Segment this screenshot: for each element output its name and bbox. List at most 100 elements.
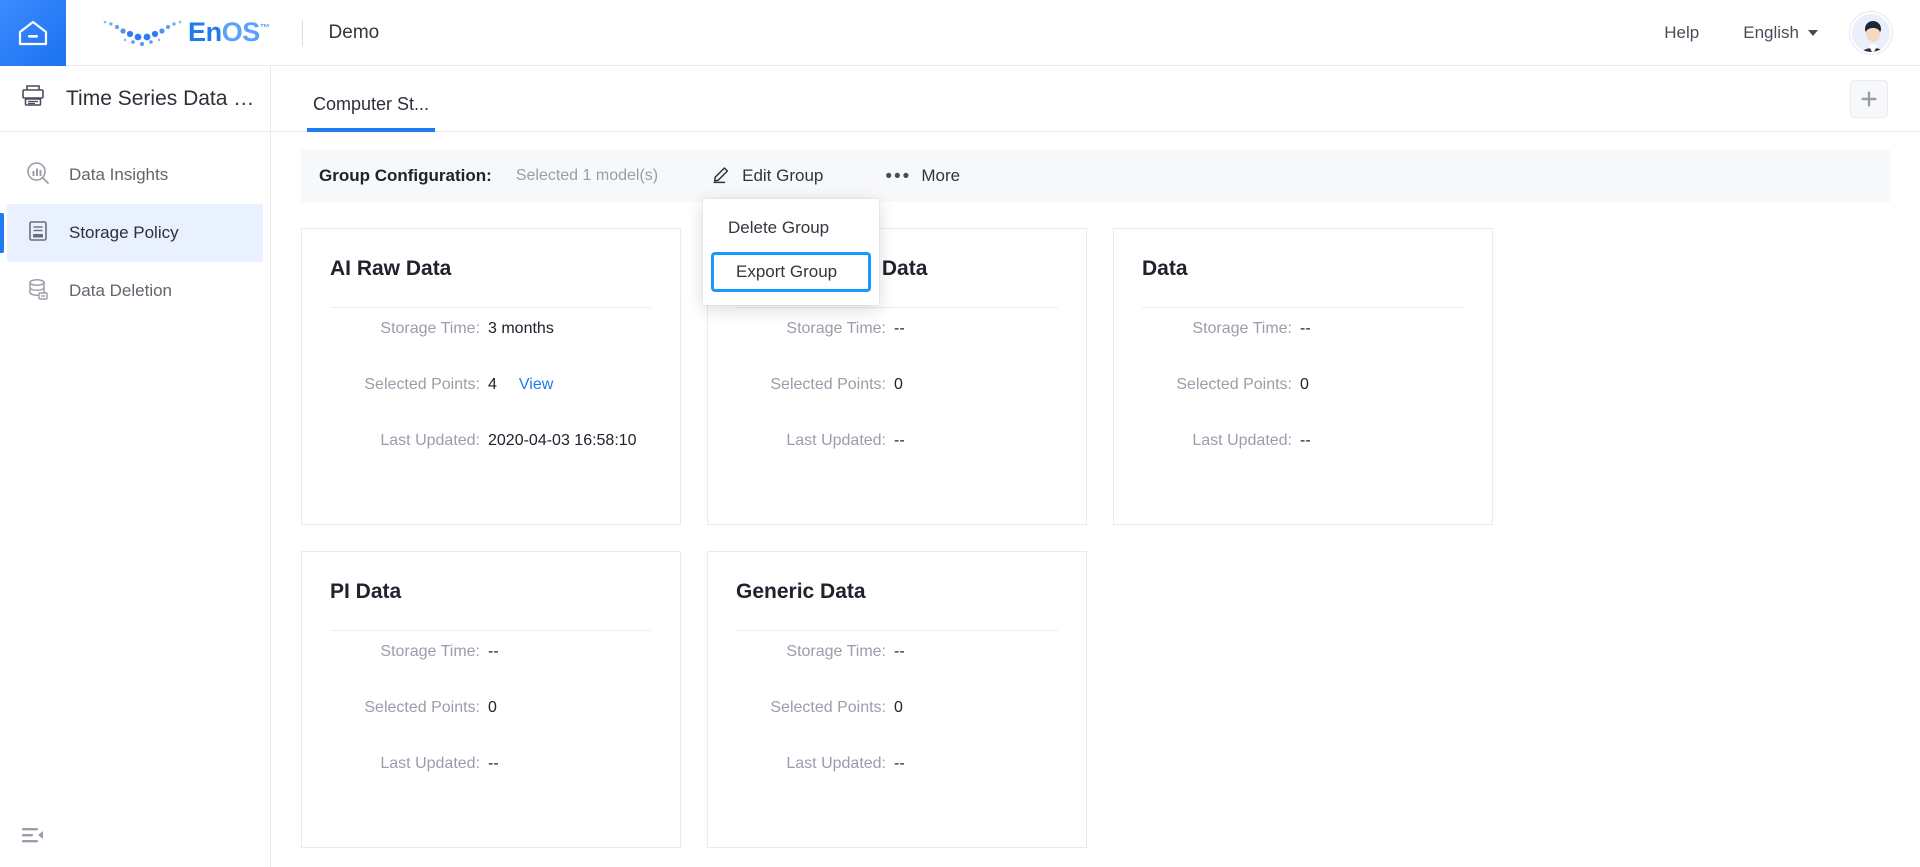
sidebar-item-data-insights[interactable]: Data Insights (7, 146, 263, 204)
selected-points-value: 0 (894, 376, 903, 393)
more-button[interactable]: ••• More (885, 166, 960, 186)
selected-points-label: Selected Points: (364, 699, 480, 716)
last-updated-label: Last Updated: (1192, 432, 1292, 449)
tab-label: Computer St... (313, 94, 430, 114)
selected-points-label: Selected Points: (770, 376, 886, 393)
storage-time-value: -- (1300, 320, 1311, 337)
card-divider (330, 307, 652, 308)
chevron-down-icon (1808, 29, 1818, 36)
card-title: PI Data (330, 580, 402, 603)
group-configuration-label: Group Configuration: (319, 166, 492, 185)
data-insights-icon (25, 160, 51, 191)
selected-points-value: 0 (488, 699, 497, 716)
storage-card[interactable]: PI Data Storage Time: -- Selected Points… (301, 551, 681, 848)
tab-computer-st[interactable]: Computer St... (307, 94, 436, 132)
storage-time-value: -- (488, 643, 499, 660)
last-updated-label: Last Updated: (786, 432, 886, 449)
card-divider (1142, 307, 1464, 308)
card-row-last-updated: Last Updated: -- (1142, 432, 1464, 488)
card-row-selected-points: Selected Points: 0 (330, 699, 652, 755)
home-button[interactable] (0, 0, 66, 66)
language-label: English (1743, 22, 1799, 42)
card-row-selected-points: Selected Points: 0 (736, 376, 1058, 432)
card-row-last-updated: Last Updated: -- (736, 432, 1058, 488)
card-row-storage-time: Storage Time: -- (1142, 320, 1464, 376)
last-updated-value: -- (488, 755, 499, 772)
storage-time-label: Storage Time: (786, 320, 886, 337)
card-row-selected-points: Selected Points: 0 (1142, 376, 1464, 432)
card-divider (736, 630, 1058, 631)
add-tab-button[interactable] (1850, 80, 1888, 118)
sidebar: Time Series Data … Data Insights Storage… (0, 66, 271, 867)
storage-cards-grid: AI Raw Data Storage Time: 3 months Selec… (271, 202, 1920, 848)
card-row-storage-time: Storage Time: -- (736, 643, 1058, 699)
avatar[interactable] (1850, 11, 1892, 54)
card-row-last-updated: Last Updated: -- (330, 755, 652, 811)
storage-time-label: Storage Time: (380, 643, 480, 660)
storage-time-value: 3 months (488, 320, 554, 337)
help-link[interactable]: Help (1642, 23, 1721, 43)
storage-time-value: -- (894, 643, 905, 660)
brand-tm: ™ (259, 23, 270, 34)
selected-points-value: 4 (488, 376, 497, 393)
storage-time-label: Storage Time: (1192, 320, 1292, 337)
card-row-storage-time: Storage Time: 3 months (330, 320, 652, 376)
selected-points-value: 0 (894, 699, 903, 716)
home-icon (18, 19, 48, 47)
sidebar-item-data-deletion[interactable]: Data Deletion (7, 262, 263, 320)
storage-time-label: Storage Time: (380, 320, 480, 337)
sidebar-item-label: Data Insights (69, 165, 169, 184)
card-row-storage-time: Storage Time: -- (736, 320, 1058, 376)
last-updated-label: Last Updated: (380, 755, 480, 772)
storage-time-label: Storage Time: (786, 643, 886, 660)
storage-policy-icon (25, 218, 51, 249)
brand-en: En (188, 17, 222, 47)
storage-card[interactable]: Data Storage Time: -- Selected Points: 0… (1113, 228, 1493, 525)
selected-points-value: 0 (1300, 376, 1309, 393)
last-updated-value: 2020-04-03 16:58:10 (488, 432, 637, 449)
selected-points-label: Selected Points: (1176, 376, 1292, 393)
last-updated-value: -- (894, 432, 905, 449)
sidebar-header: Time Series Data … (0, 66, 270, 132)
last-updated-label: Last Updated: (380, 432, 480, 449)
brand-os: OS (221, 17, 261, 47)
sidebar-item-label: Data Deletion (69, 281, 173, 300)
tab-bar: Computer St... (271, 66, 1920, 132)
menu-item-export-group[interactable]: Export Group (711, 252, 871, 292)
last-updated-label: Last Updated: (786, 755, 886, 772)
sidebar-item-storage-policy[interactable]: Storage Policy (0, 204, 263, 262)
storage-card[interactable]: AI Raw Data Storage Time: 3 months Selec… (301, 228, 681, 525)
brand: EnOS™ Demo (100, 0, 379, 66)
brand-wordmark: EnOS™ (188, 17, 270, 48)
language-selector[interactable]: English (1721, 23, 1828, 43)
main-content: Computer St... Group Configuration: Sele… (271, 66, 1920, 867)
group-configuration-bar: Group Configuration: Selected 1 model(s)… (301, 150, 1890, 202)
sidebar-item-label: Storage Policy (69, 223, 179, 242)
last-updated-value: -- (894, 755, 905, 772)
collapse-sidebar-icon[interactable] (22, 826, 44, 851)
data-deletion-icon (25, 276, 51, 307)
sidebar-nav: Data Insights Storage Policy Data Deleti… (0, 132, 270, 320)
menu-item-label: Export Group (736, 262, 838, 281)
last-updated-value: -- (1300, 432, 1311, 449)
storage-card[interactable]: Generic Data Storage Time: -- Selected P… (707, 551, 1087, 848)
ellipsis-icon: ••• (885, 165, 912, 187)
pencil-icon (712, 164, 732, 189)
menu-item-delete-group[interactable]: Delete Group (703, 207, 879, 249)
selected-points-label: Selected Points: (770, 699, 886, 716)
workspace-name: Demo (328, 21, 380, 43)
card-row-last-updated: Last Updated: -- (736, 755, 1058, 811)
edit-group-button[interactable]: Edit Group (712, 164, 823, 189)
view-link[interactable]: View (519, 376, 553, 394)
storage-time-value: -- (894, 320, 905, 337)
more-label: More (921, 166, 961, 185)
more-dropdown-menu: Delete Group Export Group (703, 199, 879, 305)
enos-logo-icon (100, 16, 186, 50)
card-divider (330, 630, 652, 631)
selected-points-label: Selected Points: (364, 376, 480, 393)
card-row-selected-points: Selected Points: 4 View (330, 376, 652, 432)
top-bar: EnOS™ Demo Help English (0, 0, 1920, 66)
edit-group-label: Edit Group (742, 166, 824, 185)
card-row-storage-time: Storage Time: -- (330, 643, 652, 699)
sidebar-title: Time Series Data … (66, 86, 255, 110)
